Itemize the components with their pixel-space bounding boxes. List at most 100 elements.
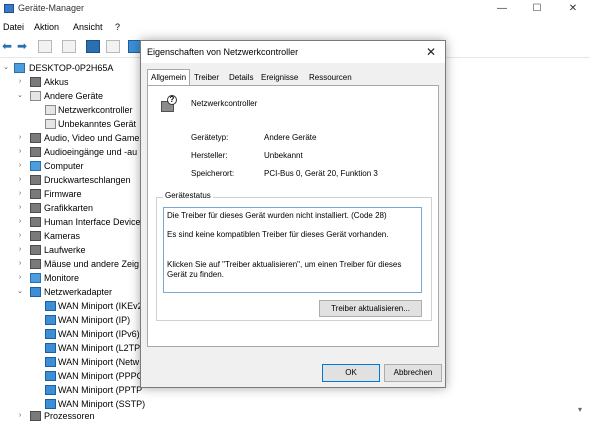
properties-dialog: Eigenschaften von Netzwerkcontroller ✕ A… (140, 40, 446, 388)
chevron-right-icon[interactable]: › (16, 145, 24, 159)
warning-device-icon (45, 105, 56, 115)
help-toolbar-icon[interactable] (86, 40, 100, 53)
field-value-manufacturer: Unbekannt (264, 151, 303, 160)
device-name: Netzwerkcontroller (191, 99, 258, 108)
network-adapter-icon (45, 385, 56, 395)
tab-treiber[interactable]: Treiber (191, 70, 222, 85)
tree-item-label: Firmware (44, 189, 82, 199)
tree-item-label: WAN Miniport (L2TP (58, 343, 141, 353)
network-adapter-icon (30, 287, 41, 297)
tree-root-label: DESKTOP-0P2H65A (29, 63, 114, 73)
chevron-right-icon[interactable]: › (16, 173, 24, 187)
tree-item-label: Laufwerke (44, 245, 86, 255)
tree-item-label: Akkus (44, 77, 69, 87)
field-value-location: PCI-Bus 0, Gerät 20, Funktion 3 (264, 169, 378, 178)
mouse-icon (30, 259, 41, 269)
chevron-right-icon[interactable]: › (16, 271, 24, 285)
dialog-title: Eigenschaften von Netzwerkcontroller (147, 47, 299, 57)
speaker-icon (30, 147, 41, 157)
properties-toolbar-icon[interactable] (38, 40, 52, 53)
tree-item-label: WAN Miniport (PPPO (58, 371, 144, 381)
tab-ressourcen[interactable]: Ressourcen (306, 70, 355, 85)
chevron-right-icon[interactable]: › (16, 215, 24, 229)
field-value-type: Andere Geräte (264, 133, 317, 142)
tree-item-label: Unbekanntes Gerät (58, 119, 137, 129)
tab-details[interactable]: Details (226, 70, 256, 85)
chevron-right-icon[interactable]: › (16, 409, 24, 423)
tree-item-label: Audio, Video und Game (44, 133, 140, 143)
chevron-down-icon[interactable]: ⌄ (16, 285, 24, 299)
menu-aktion[interactable]: Aktion (34, 22, 59, 32)
scroll-down-arrow-icon[interactable]: ▾ (578, 405, 582, 414)
view-toolbar-icon[interactable] (62, 40, 76, 53)
tree-item-label: Druckwarteschlangen (44, 175, 131, 185)
chevron-right-icon[interactable]: › (16, 243, 24, 257)
unknown-device-icon: ? (161, 95, 177, 112)
tree-item-label: WAN Miniport (IP) (58, 315, 131, 325)
tree-item-label: Netzwerkadapter (44, 287, 113, 297)
status-line-2: Es sind keine kompatiblen Treiber für di… (167, 230, 389, 239)
tree-item-label: Monitore (44, 273, 80, 283)
menu-help[interactable]: ? (115, 22, 120, 32)
chevron-down-icon[interactable]: ⌄ (2, 61, 10, 75)
monitor-icon (30, 273, 41, 283)
device-status-textbox[interactable]: Die Treiber für dieses Gerät wurden nich… (163, 207, 422, 293)
tab-allgemein[interactable]: Allgemein (147, 69, 191, 86)
tree-item-label: Netzwerkcontroller (58, 105, 133, 115)
chevron-down-icon[interactable]: ⌄ (16, 89, 24, 103)
window-title: Geräte-Manager (18, 3, 85, 13)
tree-item-label: Human Interface Devices (44, 217, 146, 227)
tree-item-label: Mäuse und andere Zeig (44, 259, 140, 269)
tree-item-label: Prozessoren (44, 411, 95, 421)
network-adapter-icon (45, 343, 56, 353)
drive-icon (30, 245, 41, 255)
chevron-right-icon[interactable]: › (16, 159, 24, 173)
chevron-right-icon[interactable]: › (16, 229, 24, 243)
forward-arrow-icon[interactable]: ➡ (17, 40, 27, 52)
close-button[interactable]: ✕ (558, 0, 588, 18)
printer-icon (30, 175, 41, 185)
tab-ereignisse[interactable]: Ereignisse (258, 70, 301, 85)
update-driver-button[interactable]: Treiber aktualisieren... (319, 300, 422, 317)
scan-toolbar-icon[interactable] (106, 40, 120, 53)
dialog-close-icon[interactable]: ✕ (423, 44, 439, 60)
chevron-right-icon[interactable]: › (16, 187, 24, 201)
network-adapter-icon (45, 357, 56, 367)
tree-item-label: Computer (44, 161, 84, 171)
menu-datei[interactable]: Datei (3, 22, 24, 32)
tree-item-label: Kameras (44, 231, 81, 241)
tree-item-label: WAN Miniport (IPv6) (58, 329, 140, 339)
chip-icon (30, 189, 41, 199)
tree-item-label: Grafikkarten (44, 203, 94, 213)
processor-icon (30, 411, 41, 421)
chevron-right-icon[interactable]: › (16, 131, 24, 145)
status-line-3: Klicken Sie auf "Treiber aktualisieren",… (167, 260, 402, 279)
field-label-location: Speicherort: (191, 169, 235, 178)
network-adapter-icon (45, 329, 56, 339)
back-arrow-icon[interactable]: ⬅ (2, 40, 12, 52)
network-adapter-icon (45, 315, 56, 325)
minimize-button[interactable]: — (487, 0, 517, 18)
chevron-right-icon[interactable]: › (16, 201, 24, 215)
tree-item-label: WAN Miniport (PPTP (58, 385, 143, 395)
hid-icon (30, 217, 41, 227)
field-label-type: Gerätetyp: (191, 133, 229, 142)
display-adapter-icon (30, 203, 41, 213)
speaker-icon (30, 133, 41, 143)
maximize-button[interactable]: ☐ (522, 0, 552, 18)
tree-item-label: Andere Geräte (44, 91, 104, 101)
network-adapter-icon (45, 301, 56, 311)
computer-icon (30, 161, 41, 171)
tree-item-label: Audioeingänge und -au (44, 147, 138, 157)
battery-icon (30, 77, 41, 87)
network-adapter-icon (45, 371, 56, 381)
device-status-caption: Gerätestatus (163, 191, 213, 200)
tree-item-label: WAN Miniport (IKEv2 (58, 301, 143, 311)
field-label-manufacturer: Hersteller: (191, 151, 228, 160)
ok-button[interactable]: OK (322, 364, 380, 382)
tree-item-label: WAN Miniport (Netw (58, 357, 140, 367)
cancel-button[interactable]: Abbrechen (384, 364, 442, 382)
menu-ansicht[interactable]: Ansicht (73, 22, 103, 32)
chevron-right-icon[interactable]: › (16, 257, 24, 271)
chevron-right-icon[interactable]: › (16, 75, 24, 89)
